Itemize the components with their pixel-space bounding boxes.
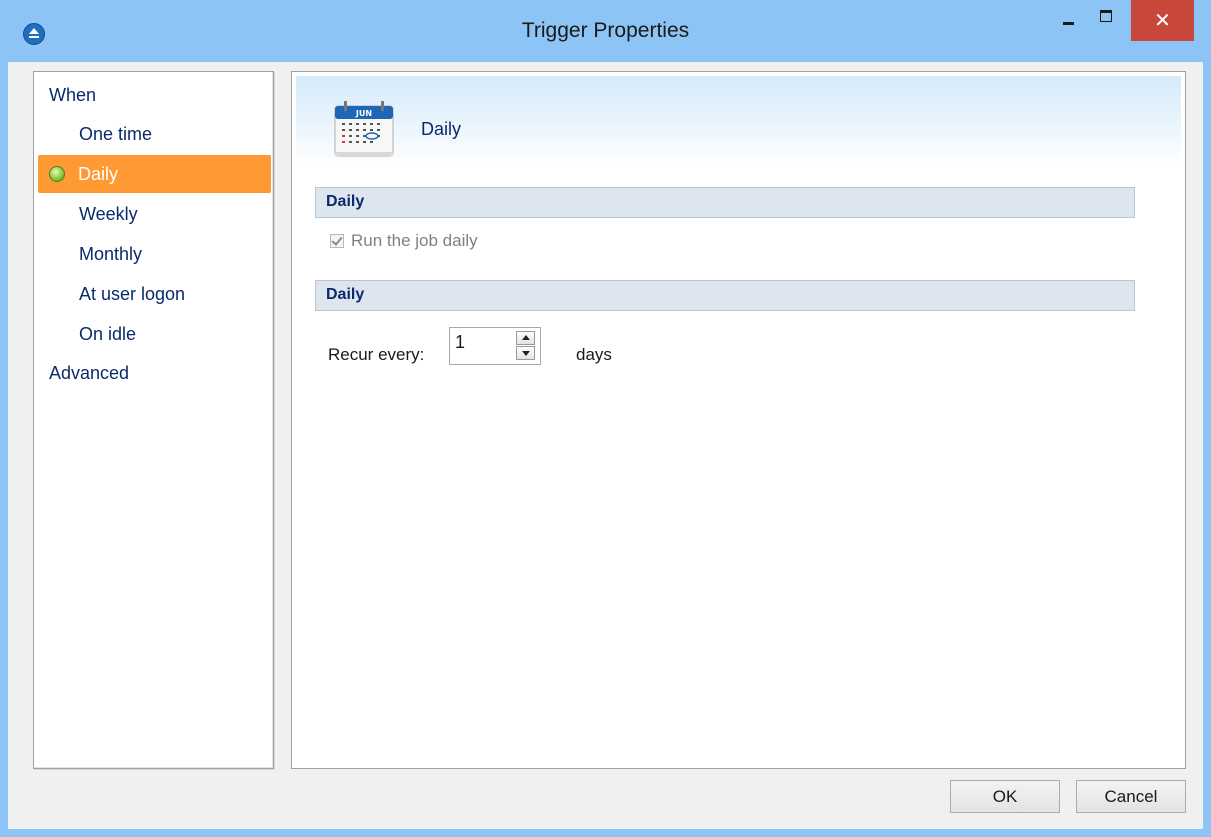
recur-days-stepper[interactable]: 1: [449, 327, 541, 365]
minimize-button[interactable]: [1054, 0, 1084, 41]
sidebar-item-label: At user logon: [79, 284, 186, 304]
sidebar-item-label: When: [49, 85, 97, 105]
sidebar-item-label: One time: [79, 124, 153, 144]
section-header: Daily: [315, 187, 1135, 218]
spin-up-icon[interactable]: [516, 331, 535, 345]
section-header: Daily: [315, 280, 1135, 311]
green-bullet-icon: [49, 166, 65, 182]
sidebar-item-advanced[interactable]: Advanced: [49, 354, 129, 392]
recur-every-label: Recur every:: [328, 345, 425, 364]
title-bar[interactable]: Trigger Properties ✕: [0, 0, 1211, 62]
spin-down-icon[interactable]: [516, 346, 535, 360]
maximize-button[interactable]: [1090, 0, 1122, 41]
ok-button[interactable]: OK: [950, 780, 1060, 813]
page-title: Daily: [421, 119, 462, 139]
sidebar-nav: When One time Daily Weekly Monthly At us…: [33, 71, 274, 769]
sidebar-item-on-idle[interactable]: On idle: [79, 315, 136, 353]
days-unit-label: days: [576, 345, 612, 364]
sidebar-item-weekly[interactable]: Weekly: [79, 195, 138, 233]
content-panel: JUN Daily Daily Run the job daily Daily …: [291, 71, 1186, 769]
trigger-properties-window: Trigger Properties ✕ When One time Daily…: [0, 0, 1211, 837]
sidebar-item-when[interactable]: When: [49, 76, 96, 114]
sidebar-item-one-time[interactable]: One time: [79, 115, 152, 153]
calendar-month-label: JUN: [355, 109, 372, 118]
section-title: Daily: [326, 286, 365, 303]
window-title: Trigger Properties: [521, 19, 690, 42]
recur-days-value[interactable]: 1: [455, 332, 465, 353]
sidebar-item-label: Weekly: [79, 204, 138, 224]
sidebar-item-label: Advanced: [49, 363, 130, 383]
close-icon: ✕: [1154, 8, 1171, 32]
content-header: JUN Daily: [296, 76, 1181, 166]
calendar-icon: JUN: [334, 101, 394, 157]
sidebar-item-label: Monthly: [79, 244, 143, 264]
sidebar-item-label: On idle: [79, 324, 137, 344]
dialog-client-area: When One time Daily Weekly Monthly At us…: [8, 62, 1203, 829]
run-daily-checkbox[interactable]: [330, 234, 344, 248]
sidebar-item-monthly[interactable]: Monthly: [79, 235, 142, 273]
sidebar-item-daily[interactable]: Daily: [38, 155, 271, 193]
cancel-button[interactable]: Cancel: [1076, 780, 1186, 813]
run-daily-label: Run the job daily: [351, 231, 478, 250]
sidebar-item-at-user-logon[interactable]: At user logon: [79, 275, 185, 313]
sidebar-item-label: Daily: [78, 164, 119, 184]
close-button[interactable]: ✕: [1131, 0, 1194, 41]
section-title: Daily: [326, 193, 365, 210]
